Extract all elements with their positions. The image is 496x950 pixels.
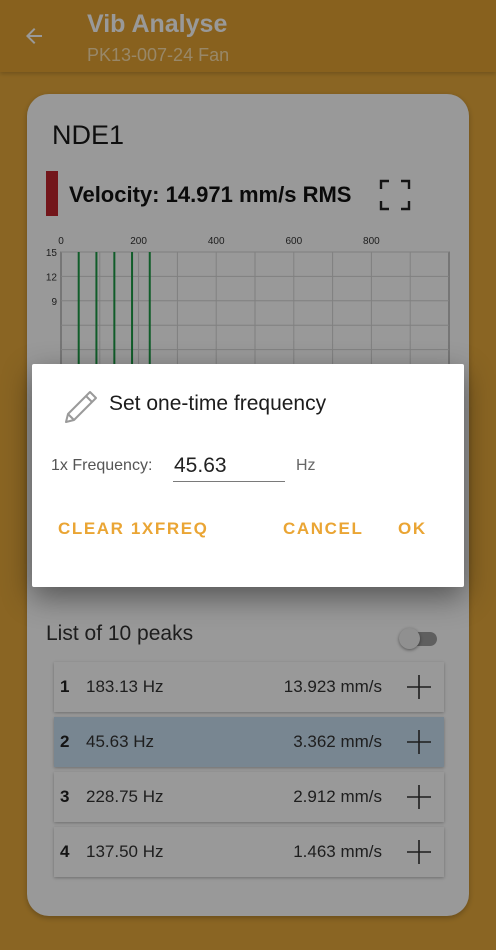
pencil-icon: [65, 391, 97, 423]
set-frequency-dialog: Set one-time frequency 1x Frequency: Hz …: [32, 364, 464, 587]
cancel-button[interactable]: CANCEL: [283, 519, 363, 539]
frequency-input[interactable]: [173, 450, 285, 482]
ok-button[interactable]: OK: [398, 519, 427, 539]
frequency-label: 1x Frequency:: [51, 457, 153, 474]
dialog-title: Set one-time frequency: [109, 392, 327, 415]
clear-1xfreq-button[interactable]: CLEAR 1XFREQ: [58, 519, 209, 539]
frequency-unit: Hz: [296, 457, 316, 474]
